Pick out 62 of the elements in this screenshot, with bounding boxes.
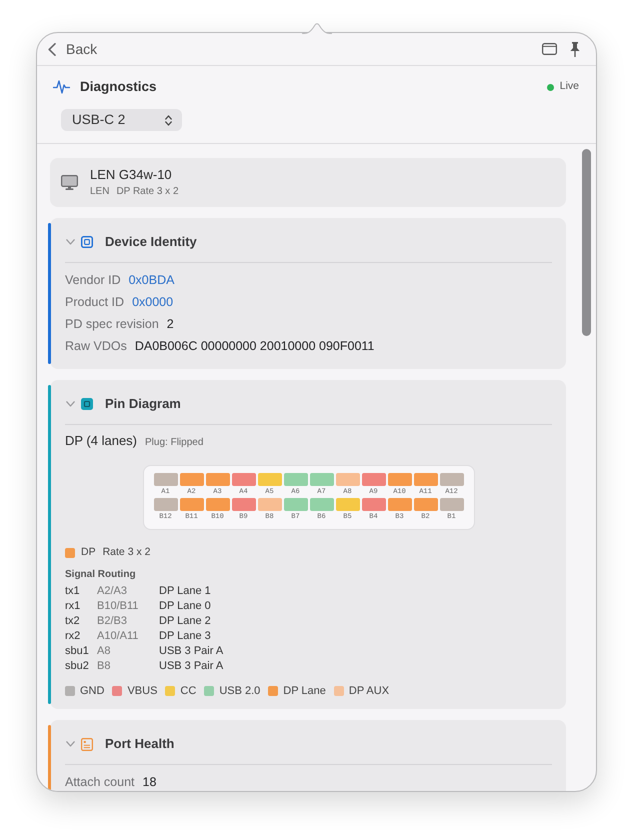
field-label: Raw VDOs: [65, 338, 127, 355]
signal-pins: A2/A3: [97, 584, 128, 600]
port-select[interactable]: USB-C 2: [61, 109, 182, 131]
signal-pins: A10/A11: [97, 629, 140, 644]
field-value: DA0B006C 00000000 20010000 090F0011: [134, 338, 374, 355]
signal-function: DP Lane 0: [159, 599, 211, 614]
panel-title: Diagnostics: [80, 78, 157, 96]
legend-label: VBUS: [127, 684, 158, 699]
signal-function: USB 3 Pair A: [159, 659, 224, 674]
field-value: 2: [166, 316, 174, 333]
mode-key-label: DP: [81, 545, 96, 560]
signal-function: DP Lane 3: [159, 629, 211, 644]
signal-pins: B8: [97, 659, 112, 674]
section-title: Port Health: [105, 735, 174, 754]
signal-function: DP Lane 1: [159, 584, 211, 600]
pushpin-icon[interactable]: [570, 42, 580, 56]
chevron-down-icon[interactable]: [66, 401, 74, 407]
window-icon[interactable]: [542, 43, 557, 55]
chevron-down-icon[interactable]: [66, 741, 74, 747]
plug-orientation: Plug: Flipped: [145, 436, 204, 450]
back-button[interactable]: Back: [48, 38, 98, 60]
field-label: Vendor ID: [65, 272, 121, 289]
monitor-icon: [61, 175, 78, 190]
signal-name: rx1: [65, 599, 82, 614]
signal-name: sbu2: [65, 659, 90, 674]
field-value: 0x0BDA: [128, 272, 174, 289]
activity-icon: [53, 80, 70, 94]
chevrons-up-down-icon: [165, 114, 172, 126]
mode-key-detail: Rate 3 x 2: [102, 545, 150, 560]
legend-label: CC: [180, 684, 196, 699]
mode-title: DP (4 lanes): [65, 433, 138, 449]
legend-label: DP AUX: [348, 684, 390, 699]
legend-label: DP Lane: [283, 684, 326, 699]
signal-function: DP Lane 2: [159, 614, 211, 630]
signal-pins: B2/B3: [97, 614, 128, 630]
chevron-down-icon[interactable]: [66, 239, 74, 245]
chip-icon: [81, 398, 93, 410]
document-icon: [81, 738, 93, 750]
status-label: Live: [560, 79, 579, 94]
field-value: 0x0000: [132, 294, 174, 311]
device-mode: DP Rate 3 x 2: [116, 185, 179, 198]
signal-name: tx1: [65, 584, 81, 600]
device-name: LEN G34w-10: [90, 167, 173, 183]
signal-name: sbu1: [65, 644, 90, 660]
signal-pins: B10/B11: [97, 599, 140, 614]
routing-title: Signal Routing: [65, 568, 137, 581]
legend-label: USB 2.0: [219, 684, 260, 699]
section-title: Pin Diagram: [105, 395, 181, 414]
field-label: Attach count: [65, 774, 134, 791]
legend-label: GND: [80, 684, 104, 699]
signal-pins: A8: [97, 644, 112, 660]
chip-icon: [81, 236, 93, 248]
signal-name: rx2: [65, 629, 82, 644]
scrollbar-thumb[interactable]: [582, 149, 591, 336]
field-value: 18: [142, 774, 156, 791]
signal-function: USB 3 Pair A: [159, 644, 224, 660]
chevron-left-icon: [48, 42, 56, 56]
field-label: PD spec revision: [65, 316, 159, 333]
device-vendor: LEN: [90, 185, 110, 198]
field-label: Product ID: [65, 294, 124, 311]
section-title: Device Identity: [105, 233, 197, 252]
signal-name: tx2: [65, 614, 81, 630]
